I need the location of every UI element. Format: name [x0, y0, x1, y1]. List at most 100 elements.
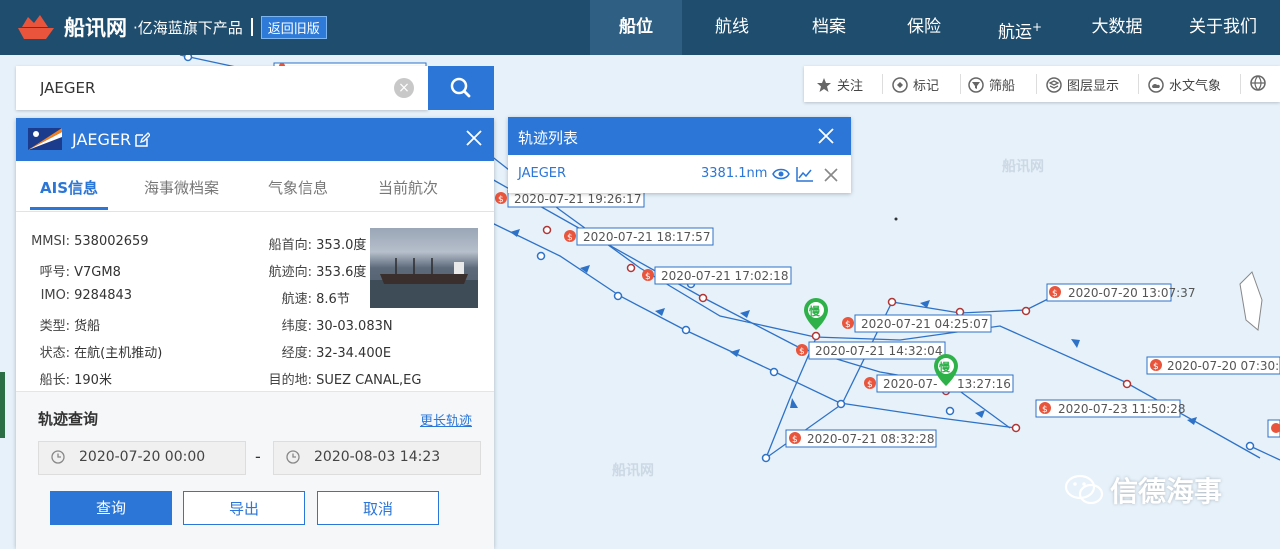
svg-text:2020-07-21 17:02:18: 2020-07-21 17:02:18 [661, 269, 788, 283]
return-old-version-button[interactable]: 返回旧版 [260, 15, 327, 39]
info-row: 船长: 190米 [39, 373, 112, 388]
svg-text:$: $ [1042, 405, 1048, 415]
cancel-button[interactable]: 取消 [317, 491, 439, 525]
delete-icon[interactable] [823, 167, 839, 183]
nav-ship-position[interactable]: 船位 [590, 0, 682, 55]
start-date-field[interactable]: 2020-07-20 00:00 [38, 441, 246, 475]
slow-marker[interactable]: 慢 [804, 298, 828, 330]
time-label[interactable]: $ 2020-07-23 11:50:28 [1035, 399, 1185, 418]
track-point-red [887, 297, 897, 307]
nav-about-us[interactable]: 关于我们 [1166, 0, 1280, 55]
direction-arrow-icon [975, 410, 985, 418]
toolbar-divider [882, 74, 883, 94]
time-label[interactable]: $ 2020-07-20 13:07:37 [1046, 283, 1195, 302]
follow-tool[interactable]: 关注 [816, 75, 863, 94]
layers-icon [1046, 77, 1062, 93]
active-tab-indicator [30, 207, 108, 210]
svg-text:$: $ [799, 347, 805, 357]
nav-archive[interactable]: 档案 [782, 0, 876, 55]
time-label[interactable]: $ 2020-07-20 07:30: [1146, 356, 1280, 375]
ship-name: JAEGER [72, 130, 132, 149]
longer-track-link[interactable]: 更长轨迹 [420, 410, 472, 429]
trajectory-row[interactable]: JAEGER 3381.1nm [508, 155, 851, 193]
clear-search-icon[interactable]: × [394, 78, 414, 98]
chart-icon[interactable] [796, 166, 814, 182]
mark-tool[interactable]: 标记 [892, 75, 939, 94]
tab-weather-info[interactable]: 气象信息 [268, 177, 328, 198]
svg-text:$: $ [867, 380, 873, 390]
logo-name: 船讯网 [64, 16, 127, 40]
info-row: IMO: 9284843 [40, 288, 133, 303]
track-point-red [811, 331, 821, 341]
track-arrows [510, 229, 1197, 425]
search-button[interactable] [428, 66, 494, 110]
info-row: 经度: 32-34.400E [281, 346, 392, 361]
more-tool[interactable] [1250, 75, 1271, 92]
track-query-title: 轨迹查询 [38, 410, 99, 428]
export-button[interactable]: 导出 [183, 491, 305, 525]
end-date-field[interactable]: 2020-08-03 14:23 [273, 441, 481, 475]
time-label[interactable]: $ 2020-07-21 18:17:57 [564, 227, 714, 246]
tab-maritime-archive[interactable]: 海事微档案 [144, 177, 219, 198]
info-row: 目的地: SUEZ CANAL,EG [268, 373, 422, 388]
info-row: MMSI: 538002659 [31, 234, 149, 249]
time-label[interactable]: $ 2020-07- 13:27:16 [864, 374, 1014, 393]
close-icon[interactable] [464, 128, 484, 148]
search-input[interactable] [38, 78, 382, 98]
time-label[interactable]: $ 2020-07-21 17:02:18 [642, 266, 792, 285]
edit-icon[interactable] [134, 132, 150, 148]
time-label[interactable]: $ 2020-07-21 08:32:28 [785, 429, 937, 448]
globe-icon [1250, 75, 1266, 91]
svg-text:$: $ [498, 195, 504, 205]
ship-panel-header: JAEGER [16, 118, 494, 161]
hydro-weather-tool[interactable]: 水文气象 [1148, 75, 1221, 94]
direction-arrow-icon [790, 398, 798, 408]
clock-icon [51, 450, 65, 464]
nav-big-data[interactable]: 大数据 [1068, 0, 1166, 55]
trajectory-distance: 3381.1nm [701, 166, 768, 181]
filter-ships-tool[interactable]: 筛船 [968, 75, 1015, 94]
logo-subtitle: ·亿海蓝旗下产品 [133, 18, 243, 37]
top-bar: 船讯网 ·亿海蓝旗下产品 返回旧版 船位 航线 档案 保险 航运+ 大数据 关于… [0, 0, 1280, 55]
search-box: × [16, 66, 428, 110]
time-label[interactable]: $ 2020-07-21 04:25:07 [842, 314, 992, 333]
tab-ais-info[interactable]: AIS信息 [40, 177, 98, 198]
ship-info-panel: JAEGER AIS信息 海事微档案 气象信息 当前航次 MMSI: 53800… [16, 118, 494, 549]
star-icon [817, 78, 831, 92]
side-collapse-handle[interactable] [0, 372, 5, 438]
close-icon[interactable] [817, 127, 835, 145]
svg-text:13:27:16: 13:27:16 [957, 377, 1011, 391]
layer-display-tool[interactable]: 图层显示 [1046, 75, 1119, 94]
svg-text:$: $ [1052, 289, 1058, 299]
track-point [613, 291, 623, 301]
map-dot [894, 217, 898, 221]
query-button[interactable]: 查询 [50, 491, 172, 525]
map-tile-watermark: 船讯网 [1002, 159, 1044, 175]
toolbar-divider [1138, 74, 1139, 94]
nav-insurance[interactable]: 保险 [876, 0, 972, 55]
nav-shipping[interactable]: 航运+ [972, 0, 1068, 55]
nav-routes[interactable]: 航线 [682, 0, 782, 55]
svg-text:2020-07-21 14:32:04: 2020-07-21 14:32:04 [815, 344, 942, 358]
svg-text:2020-07-20 13:07:37: 2020-07-20 13:07:37 [1068, 286, 1195, 300]
track-point [761, 453, 771, 463]
svg-text:$: $ [567, 233, 573, 243]
land-outline [1239, 271, 1263, 331]
marshall-islands-flag-icon [28, 128, 62, 150]
track-point [1245, 441, 1255, 451]
toolbar-divider [1036, 74, 1037, 94]
info-row: 呼号: V7GM8 [39, 265, 121, 280]
boat-logo-icon [18, 15, 54, 39]
track-point-red [542, 225, 552, 235]
eye-icon[interactable] [772, 167, 790, 181]
trajectory-ship-name: JAEGER [518, 166, 567, 181]
ship-photo[interactable] [370, 228, 478, 308]
edge-marker[interactable] [1267, 419, 1280, 438]
tab-current-voyage[interactable]: 当前航次 [378, 177, 438, 198]
wechat-icon [1064, 474, 1104, 505]
direction-arrow-icon [1071, 339, 1080, 348]
logo[interactable]: 船讯网 ·亿海蓝旗下产品 返回旧版 [14, 12, 327, 42]
time-label[interactable]: $ 2020-07-21 14:32:04 [796, 341, 946, 360]
wechat-watermark: 信德海事 [1064, 470, 1222, 510]
track-point-red [1122, 379, 1132, 389]
